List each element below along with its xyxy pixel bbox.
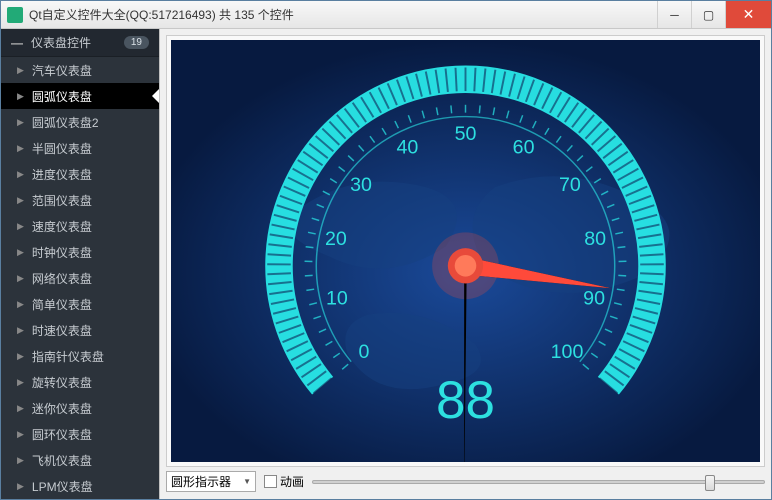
chevron-right-icon: ▶: [17, 247, 24, 258]
sidebar-list: ▶ 汽车仪表盘 ▶ 圆弧仪表盘 ▶ 圆弧仪表盘2 ▶ 半圆仪表盘 ▶ 进度仪表盘 ▶ 范围仪表盘 ▶ 速度…: [1, 57, 159, 499]
main-area: 0 10 20 30 40 50 60 70 80 90 100 88 圆形指示器 ▼ 动画: [159, 29, 771, 499]
chevron-right-icon: ▶: [17, 273, 24, 284]
gauge-tick-label: 100: [551, 341, 584, 363]
sidebar-item[interactable]: ▶ 简单仪表盘: [1, 291, 159, 317]
sidebar-item-label: 范围仪表盘: [32, 192, 92, 209]
close-button[interactable]: ✕: [725, 1, 771, 28]
titlebar[interactable]: Qt自定义控件大全(QQ:517216493) 共 135 个控件 ─ ▢ ✕: [1, 1, 771, 29]
chevron-right-icon: ▶: [17, 403, 24, 414]
chevron-right-icon: ▶: [17, 377, 24, 388]
gauge-tick-label: 90: [583, 288, 605, 310]
chevron-right-icon: ▶: [17, 455, 24, 466]
sidebar-item-label: 半圆仪表盘: [32, 140, 92, 157]
sidebar-item-label: 速度仪表盘: [32, 218, 92, 235]
chevron-right-icon: ▶: [17, 195, 24, 206]
sidebar-item-label: 进度仪表盘: [32, 166, 92, 183]
gauge-container: 0 10 20 30 40 50 60 70 80 90 100 88: [166, 35, 765, 467]
category-label: 仪表盘控件: [31, 34, 91, 51]
sidebar-item-label: 简单仪表盘: [32, 296, 92, 313]
chevron-right-icon: ▶: [17, 169, 24, 180]
slider-thumb[interactable]: [705, 475, 715, 491]
gauge-tick-label: 70: [559, 174, 581, 196]
sidebar-item-label: 旋转仪表盘: [32, 374, 92, 391]
sidebar-item[interactable]: ▶ 飞机仪表盘: [1, 447, 159, 473]
gauge-tick-label: 50: [455, 123, 477, 145]
chevron-right-icon: ▶: [17, 117, 24, 128]
chevron-right-icon: ▶: [17, 65, 24, 76]
chevron-right-icon: ▶: [17, 351, 24, 362]
sidebar[interactable]: — 仪表盘控件 19 ▶ 汽车仪表盘 ▶ 圆弧仪表盘 ▶ 圆弧仪表盘2 ▶ 半圆仪表盘 ▶ 进度仪…: [1, 29, 159, 499]
gauge-tick-label: 40: [396, 137, 418, 159]
sidebar-item[interactable]: ▶ 时速仪表盘: [1, 317, 159, 343]
app-icon: [7, 7, 23, 23]
gauge-tick-label: 80: [584, 228, 606, 250]
gauge-tick-label: 20: [325, 228, 347, 250]
sidebar-item-label: 网络仪表盘: [32, 270, 92, 287]
app-window: Qt自定义控件大全(QQ:517216493) 共 135 个控件 ─ ▢ ✕ …: [0, 0, 772, 500]
sidebar-item-label: 圆环仪表盘: [32, 426, 92, 443]
sidebar-item[interactable]: ▶ 范围仪表盘: [1, 187, 159, 213]
sidebar-item-label: 汽车仪表盘: [32, 62, 92, 79]
checkbox-box: [264, 475, 277, 488]
sidebar-item-label: 飞机仪表盘: [32, 452, 92, 469]
bottom-toolbar: 圆形指示器 ▼ 动画: [166, 470, 765, 493]
sidebar-item[interactable]: ▶ 速度仪表盘: [1, 213, 159, 239]
gauge-value: 88: [436, 371, 495, 430]
sidebar-item-label: 迷你仪表盘: [32, 400, 92, 417]
sidebar-item-label: 时钟仪表盘: [32, 244, 92, 261]
maximize-button[interactable]: ▢: [691, 1, 725, 28]
sidebar-item-label: 指南针仪表盘: [32, 348, 104, 365]
minimize-button[interactable]: ─: [657, 1, 691, 28]
sidebar-item[interactable]: ▶ 网络仪表盘: [1, 265, 159, 291]
pointer-style-combo[interactable]: 圆形指示器 ▼: [166, 471, 256, 492]
gauge-canvas: 0 10 20 30 40 50 60 70 80 90 100 88: [171, 40, 760, 462]
chevron-down-icon: ▼: [243, 477, 251, 486]
sidebar-item[interactable]: ▶ 圆环仪表盘: [1, 421, 159, 447]
sidebar-item[interactable]: ▶ 旋转仪表盘: [1, 369, 159, 395]
sidebar-item[interactable]: ▶ 时钟仪表盘: [1, 239, 159, 265]
combo-selected-label: 圆形指示器: [171, 473, 231, 490]
chevron-right-icon: ▶: [17, 299, 24, 310]
sidebar-item[interactable]: ▶ 半圆仪表盘: [1, 135, 159, 161]
chevron-right-icon: ▶: [17, 91, 24, 102]
sidebar-item[interactable]: ▶ 指南针仪表盘: [1, 343, 159, 369]
sidebar-item-label: 圆弧仪表盘: [32, 88, 92, 105]
sidebar-item[interactable]: ▶ 圆弧仪表盘2: [1, 109, 159, 135]
sidebar-item[interactable]: ▶ 进度仪表盘: [1, 161, 159, 187]
category-count-badge: 19: [124, 36, 149, 49]
sidebar-item-label: LPM仪表盘: [32, 478, 93, 495]
gauge-tick-label: 60: [513, 137, 535, 159]
content: — 仪表盘控件 19 ▶ 汽车仪表盘 ▶ 圆弧仪表盘 ▶ 圆弧仪表盘2 ▶ 半圆仪表盘 ▶ 进度仪…: [1, 29, 771, 499]
animation-checkbox[interactable]: 动画: [264, 473, 304, 490]
value-slider[interactable]: [312, 480, 765, 484]
gauge-tick-label: 10: [326, 288, 348, 310]
sidebar-item[interactable]: ▶ 迷你仪表盘: [1, 395, 159, 421]
sidebar-item-label: 时速仪表盘: [32, 322, 92, 339]
gauge-tick-label: 30: [350, 174, 372, 196]
chevron-right-icon: ▶: [17, 143, 24, 154]
sidebar-category-header[interactable]: — 仪表盘控件 19: [1, 29, 159, 57]
chevron-right-icon: ▶: [17, 221, 24, 232]
sidebar-item[interactable]: ▶ LPM仪表盘: [1, 473, 159, 499]
window-controls: ─ ▢ ✕: [657, 1, 771, 28]
gauge-tick-label: 0: [359, 341, 370, 363]
chevron-right-icon: ▶: [17, 325, 24, 336]
window-title: Qt自定义控件大全(QQ:517216493) 共 135 个控件: [29, 6, 657, 23]
collapse-icon: —: [11, 36, 23, 50]
chevron-right-icon: ▶: [17, 481, 24, 492]
sidebar-item-label: 圆弧仪表盘2: [32, 114, 99, 131]
sidebar-item[interactable]: ▶ 圆弧仪表盘: [1, 83, 159, 109]
sidebar-item[interactable]: ▶ 汽车仪表盘: [1, 57, 159, 83]
chevron-right-icon: ▶: [17, 429, 24, 440]
checkbox-label: 动画: [280, 473, 304, 490]
